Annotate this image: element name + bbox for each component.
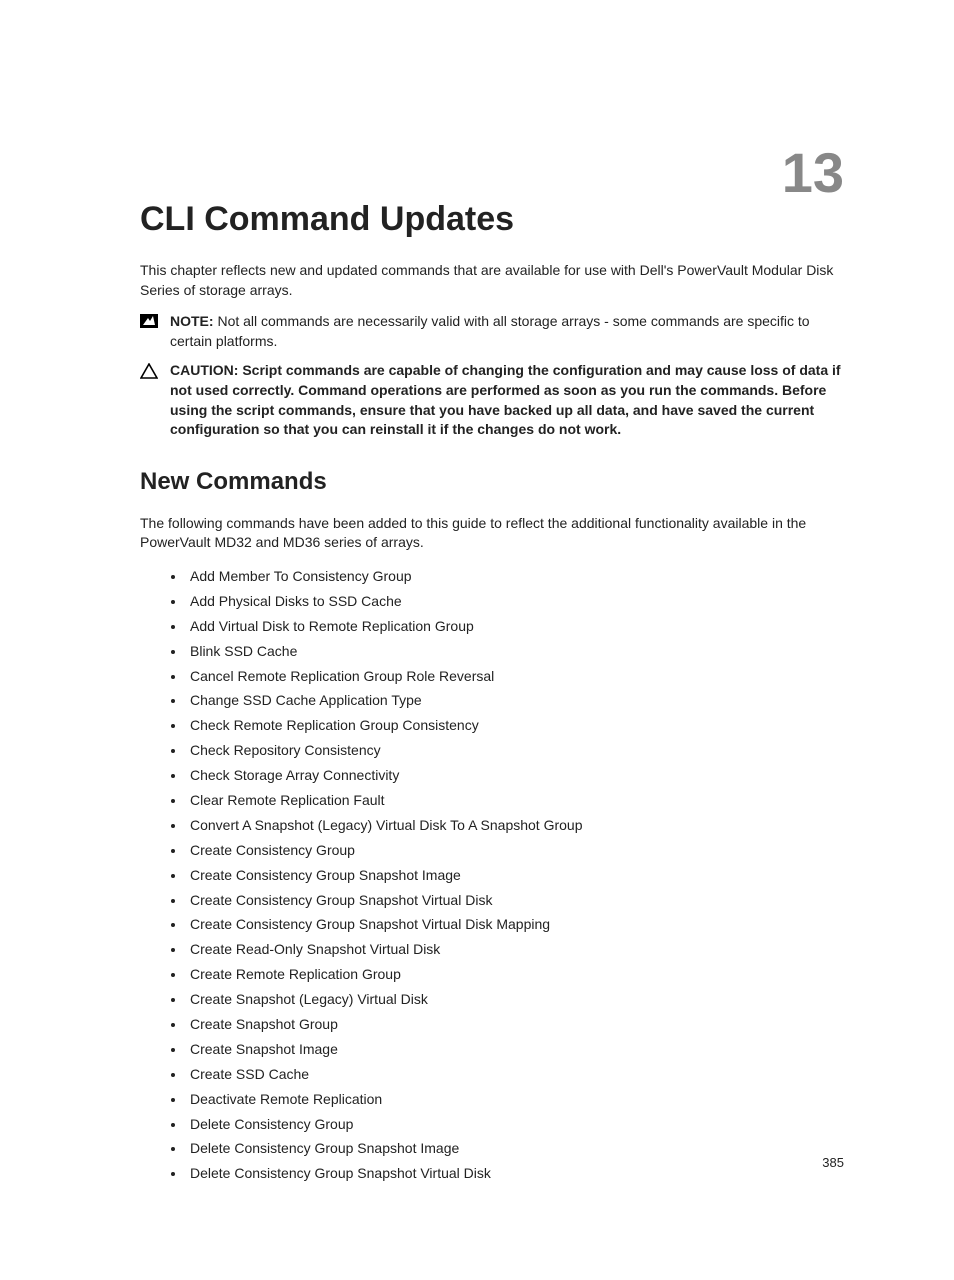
section-intro: The following commands have been added t… — [140, 514, 844, 553]
list-item: Create Remote Replication Group — [186, 965, 844, 984]
caution-label: CAUTION: — [170, 362, 242, 378]
list-item: Create Consistency Group Snapshot Virtua… — [186, 891, 844, 910]
list-item: Create Consistency Group — [186, 841, 844, 860]
caution-body: CAUTION: Script commands are capable of … — [170, 361, 844, 439]
list-item: Deactivate Remote Replication — [186, 1090, 844, 1109]
list-item: Delete Consistency Group — [186, 1115, 844, 1134]
chapter-number: 13 — [782, 145, 844, 201]
list-item: Check Repository Consistency — [186, 741, 844, 760]
list-item: Convert A Snapshot (Legacy) Virtual Disk… — [186, 816, 844, 835]
list-item: Blink SSD Cache — [186, 642, 844, 661]
page: 13 CLI Command Updates This chapter refl… — [0, 0, 954, 1280]
caution-text: Script commands are capable of changing … — [170, 362, 841, 437]
list-item: Create Consistency Group Snapshot Image — [186, 866, 844, 885]
list-item: Add Physical Disks to SSD Cache — [186, 592, 844, 611]
note-icon — [140, 314, 158, 351]
list-item: Add Virtual Disk to Remote Replication G… — [186, 617, 844, 636]
commands-list: Add Member To Consistency Group Add Phys… — [140, 567, 844, 1183]
chapter-intro: This chapter reflects new and updated co… — [140, 261, 844, 300]
list-item: Create Consistency Group Snapshot Virtua… — [186, 915, 844, 934]
list-item: Delete Consistency Group Snapshot Virtua… — [186, 1164, 844, 1183]
note-text: Not all commands are necessarily valid w… — [170, 313, 810, 349]
note-callout: NOTE: Not all commands are necessarily v… — [140, 312, 844, 351]
list-item: Create Snapshot Group — [186, 1015, 844, 1034]
list-item: Create SSD Cache — [186, 1065, 844, 1084]
chapter-title: CLI Command Updates — [140, 200, 844, 239]
list-item: Check Storage Array Connectivity — [186, 766, 844, 785]
list-item: Clear Remote Replication Fault — [186, 791, 844, 810]
list-item: Check Remote Replication Group Consisten… — [186, 716, 844, 735]
list-item: Add Member To Consistency Group — [186, 567, 844, 586]
note-body: NOTE: Not all commands are necessarily v… — [170, 312, 844, 351]
note-label: NOTE: — [170, 313, 217, 329]
page-number: 385 — [822, 1155, 844, 1170]
list-item: Create Snapshot Image — [186, 1040, 844, 1059]
list-item: Create Read-Only Snapshot Virtual Disk — [186, 940, 844, 959]
list-item: Change SSD Cache Application Type — [186, 691, 844, 710]
caution-callout: CAUTION: Script commands are capable of … — [140, 361, 844, 439]
list-item: Create Snapshot (Legacy) Virtual Disk — [186, 990, 844, 1009]
list-item: Cancel Remote Replication Group Role Rev… — [186, 667, 844, 686]
list-item: Delete Consistency Group Snapshot Image — [186, 1139, 844, 1158]
section-heading: New Commands — [140, 468, 844, 496]
caution-icon — [140, 363, 158, 439]
